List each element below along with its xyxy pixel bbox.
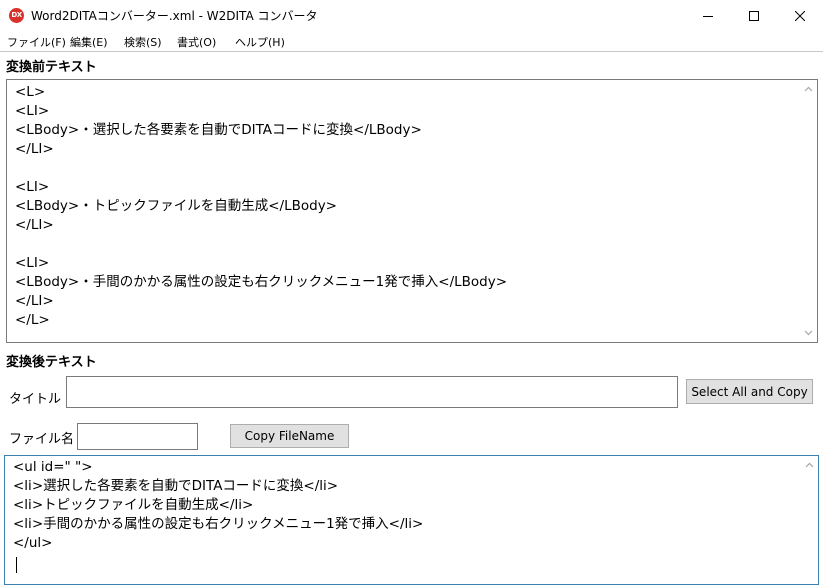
menu-file[interactable]: ファイル(F) [7,34,66,50]
close-button[interactable] [777,0,823,31]
scroll-up-icon[interactable] [805,461,814,470]
title-label: タイトル [9,392,62,407]
menu-help[interactable]: ヘルプ(H) [235,34,285,50]
after-text-content: <ul id=" "> <li>選択した各要素を自動でDITAコードに変換</l… [13,458,423,553]
editor-line: <ul id=" "> [13,459,93,475]
editor-line: <L> [15,84,46,100]
maximize-icon [749,10,759,21]
scroll-up-icon[interactable] [804,85,813,94]
editor-line: <LBody>・トピックファイルを自動生成</LBody> [15,198,337,214]
filename-label: ファイル名 [9,432,75,447]
editor-line: <LBody>・選択した各要素を自動でDITAコードに変換</LBody> [15,122,422,138]
title-bar: DX Word2DITAコンバーター.xml - W2DITA コンバータ [0,0,823,31]
editor-line: </L> [15,312,50,328]
editor-line: <li>手間のかかる属性の設定も右クリックメニュー1発で挿入</li> [13,516,424,532]
editor-line: <LI> [15,103,50,119]
after-text-label: 変換後テキスト [6,355,97,370]
before-text-content: <L> <LI> <LBody>・選択した各要素を自動でDITAコードに変換</… [15,83,507,330]
before-text-scrollbar[interactable] [800,80,817,342]
minimize-icon [703,15,713,17]
window-title: Word2DITAコンバーター.xml - W2DITA コンバータ [31,9,318,23]
before-text-label: 変換前テキスト [6,60,97,75]
filename-input[interactable] [77,423,198,450]
editor-line: <LI> [15,179,50,195]
copy-filename-button[interactable]: Copy FileName [230,424,349,448]
menu-format[interactable]: 書式(O) [177,34,216,50]
after-text-scrollbar[interactable] [801,456,818,584]
editor-line: <LI> [15,255,50,271]
app-icon: DX [9,8,24,23]
editor-line: </LI> [15,293,54,309]
minimize-button[interactable] [685,0,731,31]
before-text-editor[interactable]: <L> <LI> <LBody>・選択した各要素を自動でDITAコードに変換</… [6,79,818,343]
select-all-copy-button[interactable]: Select All and Copy [686,379,813,404]
editor-line: </LI> [15,217,54,233]
editor-line: </ul> [13,535,53,551]
menu-search[interactable]: 検索(S) [124,34,162,50]
after-text-editor[interactable]: <ul id=" "> <li>選択した各要素を自動でDITAコードに変換</l… [4,455,819,585]
menu-edit[interactable]: 編集(E) [70,34,108,50]
editor-line: <li>選択した各要素を自動でDITAコードに変換</li> [13,478,339,494]
menu-divider [0,51,823,52]
title-input[interactable] [66,376,678,408]
maximize-button[interactable] [731,0,777,31]
editor-line: </LI> [15,141,54,157]
text-caret [16,557,17,573]
editor-line: <li>トピックファイルを自動生成</li> [13,497,254,513]
close-icon [795,10,805,21]
menu-bar: ファイル(F) 編集(E) 検索(S) 書式(O) ヘルプ(H) [0,31,823,51]
scroll-down-icon[interactable] [804,328,813,337]
editor-line: <LBody>・手間のかかる属性の設定も右クリックメニュー1発で挿入</LBod… [15,274,508,290]
